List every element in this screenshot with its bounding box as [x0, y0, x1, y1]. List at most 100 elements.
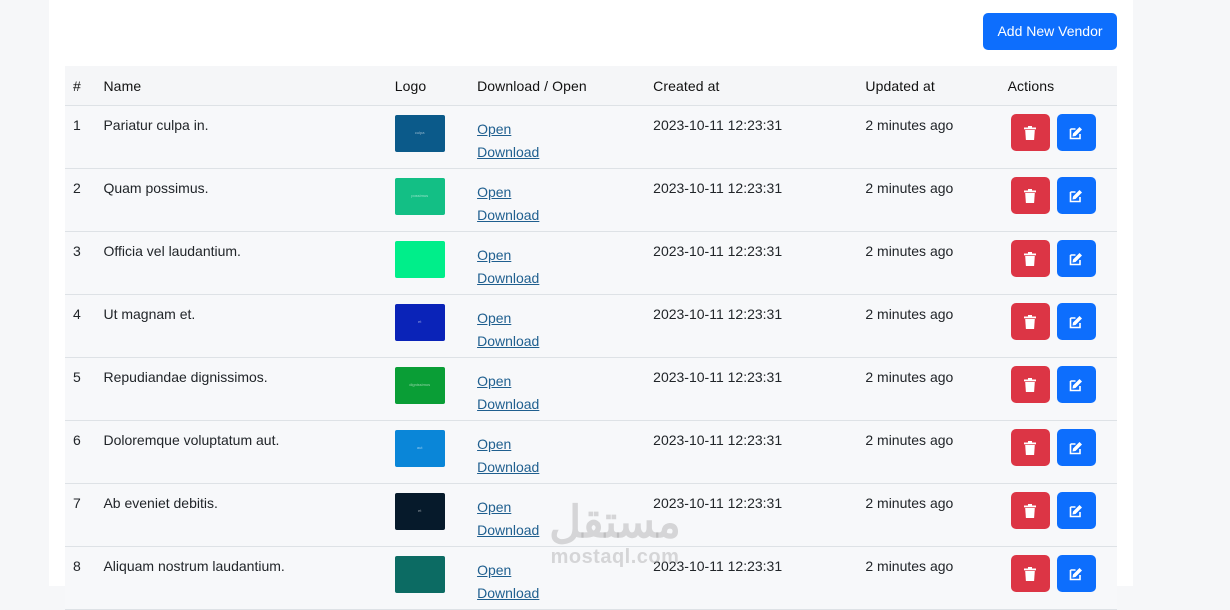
vendor-logo-cell: dignissimos [386, 357, 470, 421]
delete-button[interactable] [1010, 555, 1050, 592]
edit-button[interactable] [1056, 366, 1096, 403]
vendor-logo-image: dignissimos [394, 367, 445, 404]
delete-button[interactable] [1010, 492, 1050, 529]
download-open-cell: Open Download [469, 105, 646, 169]
created-at-text: 2023-10-11 12:23:31 [653, 180, 783, 196]
download-link[interactable]: Download [477, 582, 637, 605]
edit-button[interactable] [1056, 429, 1096, 466]
vendor-name-text: Quam possimus. [103, 180, 209, 196]
vendor-logo-image [394, 241, 445, 278]
actions-cell [999, 294, 1117, 358]
row-number: 5 [65, 357, 96, 421]
delete-button[interactable] [1010, 177, 1050, 214]
vendor-logo-cell: culpa [386, 105, 470, 169]
created-at: 2023-10-11 12:23:31 [645, 483, 858, 547]
vendor-name-text: Doloremque voluptatum aut. [103, 432, 280, 448]
vendor-name: Repudiandae dignissimos. [95, 357, 387, 421]
updated-at-text: 2 minutes ago [865, 306, 954, 322]
open-link[interactable]: Open [477, 244, 637, 267]
created-at-text: 2023-10-11 12:23:31 [653, 432, 783, 448]
open-link[interactable]: Open [477, 118, 637, 141]
vendor-name-text: Ab eveniet debitis. [103, 495, 218, 511]
vendor-logo-text: possimus [411, 193, 429, 198]
edit-button[interactable] [1056, 303, 1096, 340]
open-link[interactable]: Open [477, 307, 637, 330]
open-link[interactable]: Open [477, 433, 637, 456]
header-name: Name [95, 66, 387, 106]
header-actions: Actions [999, 66, 1117, 106]
updated-at: 2 minutes ago [857, 420, 1000, 484]
vendor-logo-image: et [394, 493, 445, 530]
download-link[interactable]: Download [477, 456, 637, 479]
edit-button[interactable] [1056, 177, 1096, 214]
header-download-open: Download / Open [469, 66, 646, 106]
delete-button[interactable] [1010, 366, 1050, 403]
vendor-logo-cell: et [386, 483, 470, 547]
download-link[interactable]: Download [477, 141, 637, 164]
vendor-logo-image: aut [394, 430, 445, 467]
table-row: 3 Officia vel laudantium. Open Download 2023… [65, 231, 1117, 295]
download-link[interactable]: Download [477, 204, 637, 227]
vendor-logo-cell: possimus [386, 168, 470, 232]
created-at-text: 2023-10-11 12:23:31 [653, 243, 783, 259]
vendor-logo-text: culpa [414, 130, 425, 135]
created-at: 2023-10-11 12:23:31 [645, 357, 858, 421]
download-open-cell: Open Download [469, 168, 646, 232]
open-link[interactable]: Open [477, 181, 637, 204]
vendors-table: # Name Logo Download / Open Created at U… [65, 66, 1117, 610]
table-header-row: # Name Logo Download / Open Created at U… [65, 66, 1117, 106]
open-link[interactable]: Open [477, 496, 637, 519]
vendor-name-text: Repudiandae dignissimos. [103, 369, 268, 385]
download-link[interactable]: Download [477, 330, 637, 353]
created-at: 2023-10-11 12:23:31 [645, 420, 858, 484]
vendor-name: Ab eveniet debitis. [95, 483, 387, 547]
created-at: 2023-10-11 12:23:31 [645, 294, 858, 358]
add-new-vendor-button[interactable]: Add New Vendor [983, 13, 1117, 50]
edit-button[interactable] [1056, 240, 1096, 277]
edit-button[interactable] [1056, 114, 1096, 151]
edit-button[interactable] [1056, 492, 1096, 529]
header-updated-at: Updated at [857, 66, 1000, 106]
open-link[interactable]: Open [477, 559, 637, 582]
created-at: 2023-10-11 12:23:31 [645, 546, 858, 610]
vendor-logo-cell [386, 546, 470, 610]
created-at-text: 2023-10-11 12:23:31 [653, 369, 783, 385]
actions-cell [999, 105, 1117, 169]
header-created-at: Created at [645, 66, 858, 106]
vendor-name-text: Aliquam nostrum laudantium. [103, 558, 285, 574]
vendor-logo-text: dignissimos [409, 382, 431, 387]
download-link[interactable]: Download [477, 519, 637, 542]
vendor-name-text: Ut magnam et. [103, 306, 196, 322]
table-row: 4 Ut magnam et. et Open Download 2023-10-11 1… [65, 294, 1117, 358]
vendor-logo-image: possimus [394, 178, 445, 215]
header-logo: Logo [386, 66, 470, 106]
download-open-cell: Open Download [469, 231, 646, 295]
row-number-text: 1 [73, 117, 81, 133]
vendor-name: Pariatur culpa in. [95, 105, 387, 169]
vendor-logo-cell: et [386, 294, 470, 358]
delete-button[interactable] [1010, 114, 1050, 151]
delete-button[interactable] [1010, 240, 1050, 277]
download-link[interactable]: Download [477, 267, 637, 290]
vendor-name-text: Pariatur culpa in. [103, 117, 209, 133]
updated-at: 2 minutes ago [857, 294, 1000, 358]
row-number: 4 [65, 294, 96, 358]
delete-button[interactable] [1010, 429, 1050, 466]
actions-cell [999, 357, 1117, 421]
vendor-logo-cell: aut [386, 420, 470, 484]
table-row: 7 Ab eveniet debitis. et Open Download 2023-1… [65, 483, 1117, 547]
vendor-logo-image: et [394, 304, 445, 341]
created-at-text: 2023-10-11 12:23:31 [653, 495, 783, 511]
download-open-cell: Open Download [469, 546, 646, 610]
edit-button[interactable] [1056, 555, 1096, 592]
download-open-cell: Open Download [469, 483, 646, 547]
row-number: 3 [65, 231, 96, 295]
vendor-logo-text: et [418, 319, 422, 324]
updated-at: 2 minutes ago [857, 231, 1000, 295]
open-link[interactable]: Open [477, 370, 637, 393]
vendor-name: Doloremque voluptatum aut. [95, 420, 387, 484]
download-link[interactable]: Download [477, 393, 637, 416]
delete-button[interactable] [1010, 303, 1050, 340]
actions-cell [999, 168, 1117, 232]
row-number: 6 [65, 420, 96, 484]
